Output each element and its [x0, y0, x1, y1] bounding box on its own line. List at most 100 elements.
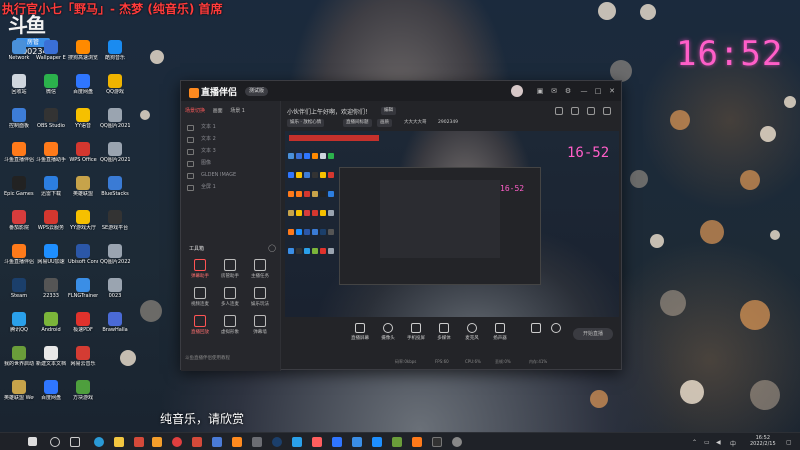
- windows-start-icon[interactable]: [28, 437, 37, 446]
- category-chip[interactable]: 娱乐 · 放松心情: [287, 119, 325, 127]
- toolbox-item[interactable]: 弹幕墙: [247, 315, 273, 335]
- phone-cast-button[interactable]: 手机投屏: [401, 323, 431, 341]
- taskbar-app-icon[interactable]: [232, 437, 242, 447]
- tab-picture[interactable]: 画面: [213, 108, 223, 114]
- source-item[interactable]: 文本 3: [185, 145, 277, 157]
- desktop-icon[interactable]: 0023: [100, 278, 130, 299]
- start-live-button[interactable]: 开始直播: [573, 328, 613, 340]
- taskbar-app-icon[interactable]: [352, 437, 362, 447]
- toolbox-item[interactable]: 多人连麦: [217, 287, 243, 307]
- source-item[interactable]: 全屏 1: [185, 181, 277, 193]
- avatar[interactable]: [511, 85, 523, 97]
- desktop-icon[interactable]: 迅雷下载: [36, 176, 66, 197]
- taskbar-app-icon[interactable]: [312, 437, 322, 447]
- desktop-icon[interactable]: 番茄影院: [4, 210, 34, 231]
- taskbar-app-icon[interactable]: [332, 437, 342, 447]
- desktop-icon[interactable]: Epic Games Launcher: [4, 176, 34, 197]
- stream-preview[interactable]: 16-52 16-52: [285, 131, 619, 317]
- desktop-icon[interactable]: Network: [4, 40, 34, 61]
- search-icon[interactable]: [50, 437, 60, 447]
- source-item[interactable]: 文本 2: [185, 133, 277, 145]
- desktop-icon[interactable]: 斗鱼直播伴侣: [4, 244, 34, 265]
- desktop-icon[interactable]: WPS云服务: [36, 210, 66, 231]
- toolbox-item[interactable]: 主播任务: [247, 259, 273, 279]
- toolbox-item[interactable]: 直播回放: [187, 315, 213, 335]
- taskbar-app-icon[interactable]: [452, 437, 462, 447]
- settings-icon[interactable]: ⚙: [563, 86, 573, 96]
- edit-button[interactable]: 编辑: [381, 107, 396, 115]
- desktop-icon[interactable]: BlueStacks: [100, 176, 130, 197]
- source-item[interactable]: 图像: [185, 157, 277, 169]
- screen-capture-button[interactable]: 直播屏幕: [345, 323, 375, 341]
- desktop-icon[interactable]: 微信: [36, 74, 66, 95]
- toolbox-item[interactable]: 娱乐玩法: [247, 287, 273, 307]
- desktop-icon[interactable]: YY游戏大厅: [68, 210, 98, 231]
- taskbar-app-icon[interactable]: [172, 437, 182, 447]
- desktop-icon[interactable]: 极速PDF: [68, 312, 98, 333]
- desktop-icon[interactable]: 方块游戏: [68, 380, 98, 401]
- close-icon[interactable]: ✕: [607, 86, 617, 96]
- desktop-icon[interactable]: QQ图片20211230...: [100, 142, 130, 163]
- media-button[interactable]: 多媒体: [429, 323, 459, 341]
- taskbar-app-icon[interactable]: [152, 437, 162, 447]
- title-chip[interactable]: 直播间标题: [343, 119, 372, 127]
- toolbox-item[interactable]: 弹幕助手: [187, 259, 213, 279]
- tutorial-link[interactable]: 斗鱼直播伴侣使用教程: [185, 355, 230, 361]
- taskbar-app-icon[interactable]: [212, 437, 222, 447]
- maximize-icon[interactable]: □: [593, 86, 603, 96]
- app-titlebar[interactable]: 直播伴侣 测试版 ▣ ✉ ⚙ — □ ✕: [181, 81, 621, 101]
- desktop-icon[interactable]: 英雄联盟: [68, 176, 98, 197]
- desktop-icon[interactable]: 百度网盘: [68, 74, 98, 95]
- quality-chip[interactable]: 画质: [377, 119, 392, 127]
- speaker-button[interactable]: 扬声器: [485, 323, 515, 341]
- message-icon[interactable]: ✉: [549, 86, 559, 96]
- taskbar-app-icon[interactable]: [372, 437, 382, 447]
- desktop-icon[interactable]: 英雄联盟 WeGame版: [4, 380, 34, 401]
- tab-scene-switch[interactable]: 场景切换: [185, 108, 205, 114]
- source-item[interactable]: 文本 1: [185, 121, 277, 133]
- lock-icon[interactable]: [555, 107, 563, 115]
- tab-scene-1[interactable]: 场景 1: [230, 108, 245, 114]
- toolbox-settings-icon[interactable]: ◯: [267, 243, 277, 253]
- desktop-icon[interactable]: 网易云音乐: [68, 346, 98, 367]
- taskbar-app-icon[interactable]: [134, 437, 144, 447]
- taskbar-app-icon[interactable]: [252, 437, 262, 447]
- volume-icon[interactable]: ◀: [716, 439, 721, 446]
- desktop-icon[interactable]: QQ游戏: [100, 74, 130, 95]
- edge-icon[interactable]: [94, 437, 104, 447]
- toolbox-item[interactable]: 虚拟形象: [217, 315, 243, 335]
- desktop-icon[interactable]: BrawHalla: [100, 312, 130, 333]
- desktop-icon[interactable]: OBS Studio: [36, 108, 66, 129]
- taskbar-app-icon[interactable]: [292, 437, 302, 447]
- taskbar-clock[interactable]: 16:52 2022/2/15: [750, 435, 776, 447]
- explorer-icon[interactable]: [114, 437, 124, 447]
- taskbar-app-icon[interactable]: [192, 437, 202, 447]
- live-companion-window[interactable]: 直播伴侣 测试版 ▣ ✉ ⚙ — □ ✕ 场景切换 画面 场景 1 文本 1 文…: [180, 80, 622, 371]
- tray-chevron-icon[interactable]: ⌃: [692, 439, 697, 446]
- desktop-icon[interactable]: Ubisoft Connect: [68, 244, 98, 265]
- minimize-icon[interactable]: —: [579, 86, 589, 96]
- desktop-icon[interactable]: 控制面板: [4, 108, 34, 129]
- desktop-icon[interactable]: QQ图片20211230...: [100, 108, 130, 129]
- desktop-icon[interactable]: 腾讯QQ: [4, 312, 34, 333]
- taskbar-app-icon[interactable]: [432, 437, 442, 447]
- desktop-icon[interactable]: Wallpaper Engine: [36, 40, 66, 61]
- desktop-icon[interactable]: 搜狗高速浏览器: [68, 40, 98, 61]
- source-item[interactable]: GLDEN IMAGE: [185, 169, 277, 181]
- toolbox-item[interactable]: 房管助手: [217, 259, 243, 279]
- desktop-icon[interactable]: Android: [36, 312, 66, 333]
- desktop-icon[interactable]: 酷狗音乐: [100, 40, 130, 61]
- input-language[interactable]: 中: [730, 439, 736, 448]
- desktop-icon[interactable]: 网易UU加速: [36, 244, 66, 265]
- network-icon[interactable]: ▭: [704, 439, 710, 446]
- desktop-icon[interactable]: FLNGTrainer: [68, 278, 98, 299]
- toolbox-item[interactable]: 视频连麦: [187, 287, 213, 307]
- settings-button[interactable]: [541, 323, 571, 333]
- desktop-icon[interactable]: 斗鱼直播伴侣: [4, 142, 34, 163]
- desktop-icon[interactable]: YY语音: [68, 108, 98, 129]
- desktop-icon[interactable]: 百度网盘: [36, 380, 66, 401]
- microphone-button[interactable]: 麦克风: [457, 323, 487, 341]
- desktop-icon[interactable]: 新建文本文档: [36, 346, 66, 367]
- desktop-icon[interactable]: 斗鱼直播助手: [36, 142, 66, 163]
- desktop-icon[interactable]: 我的世界启动器: [4, 346, 34, 367]
